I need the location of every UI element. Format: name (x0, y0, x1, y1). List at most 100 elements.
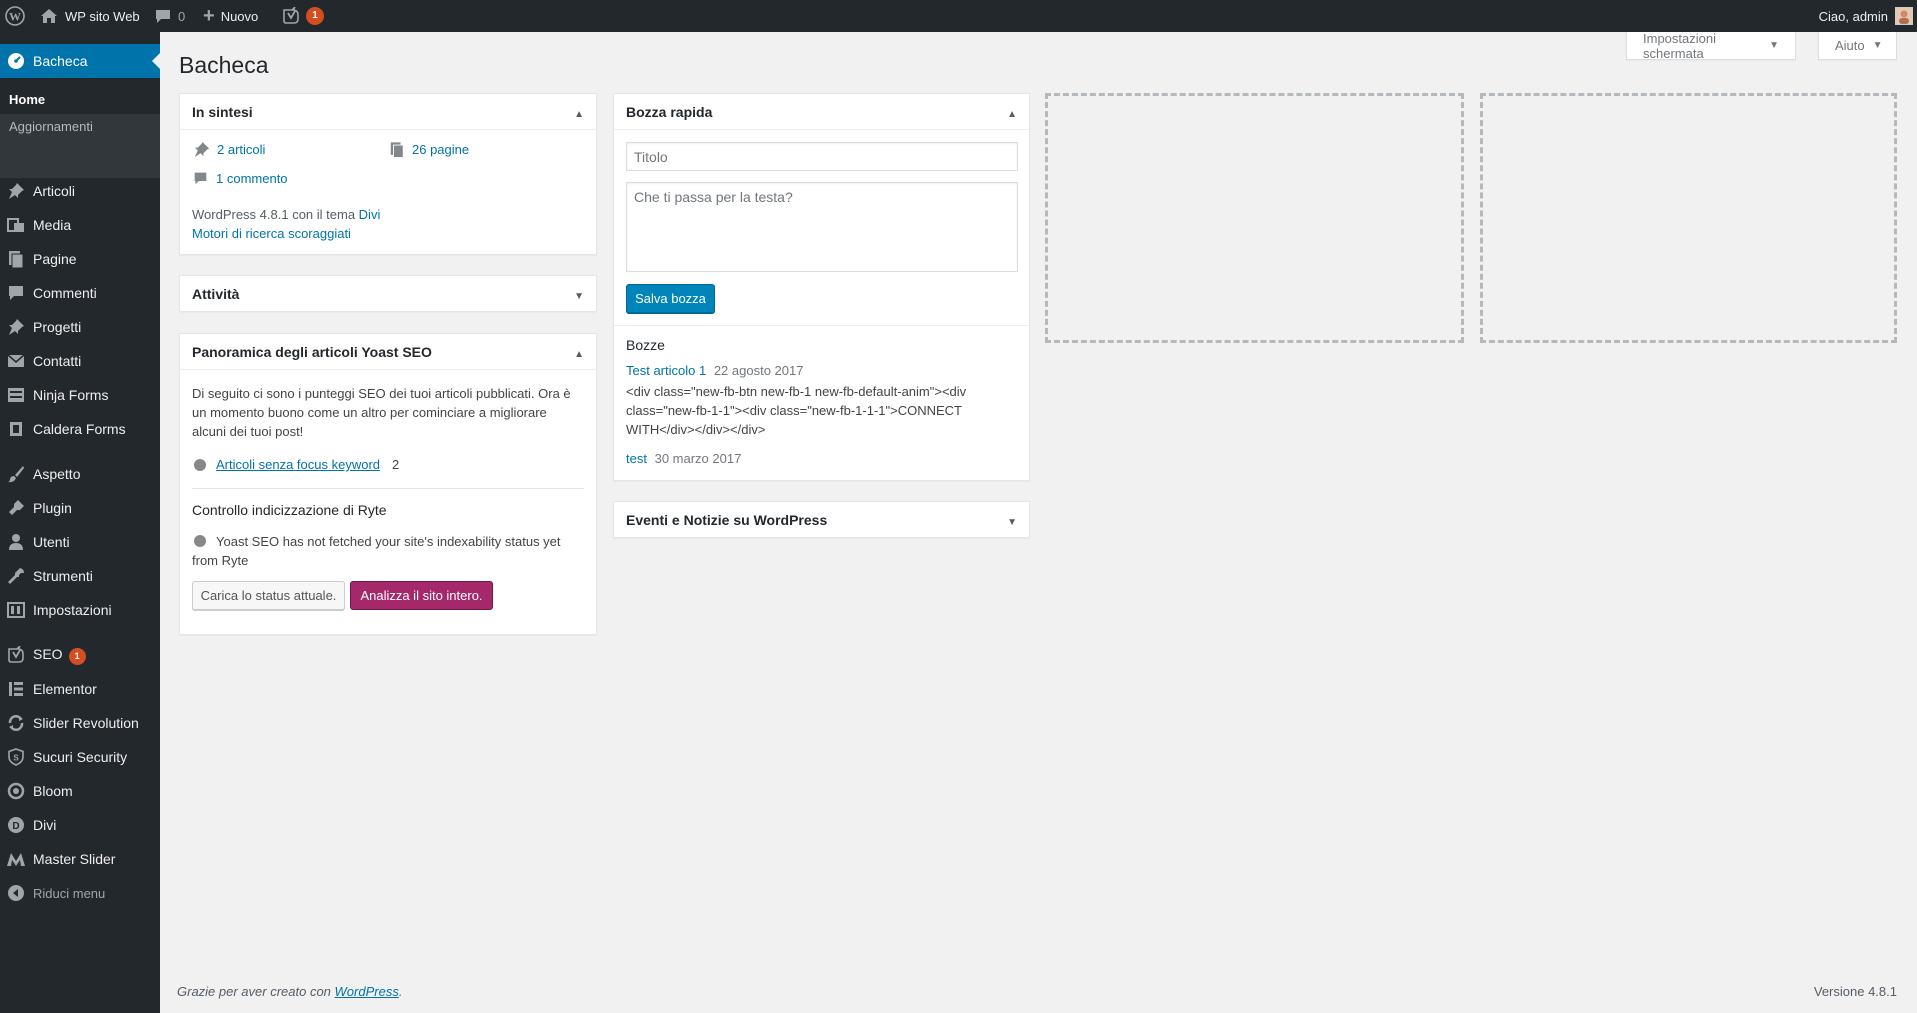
footer-version: Versione 4.8.1 (1813, 984, 1897, 999)
draft-title-input[interactable]: Titolo (626, 142, 1018, 171)
draft-title-link[interactable]: Test articolo 1 (626, 363, 706, 378)
expand-toggle-icon[interactable]: ▼ (574, 289, 584, 305)
refresh-icon (6, 713, 26, 733)
seo-notification-badge: 1 (68, 647, 86, 665)
draft-excerpt: <div class="new-fb-btn new-fb-1 new-fb-d… (626, 384, 967, 437)
widget-header[interactable]: Bozza rapida ▲ (614, 94, 1029, 130)
yoast-icon (282, 7, 300, 25)
menu-seo-label: SEO (33, 645, 63, 662)
menu-articoli[interactable]: Articoli (0, 174, 160, 208)
caldera-icon (6, 419, 26, 439)
menu-bacheca[interactable]: Bacheca (0, 44, 160, 78)
screen-options-button[interactable]: Impostazioni schermata ▼ (1626, 31, 1796, 61)
menu-ninja-forms[interactable]: Ninja Forms (0, 378, 160, 412)
menu-bloom[interactable]: Bloom (0, 774, 160, 808)
form-icon (6, 385, 26, 405)
wordpress-logo-icon[interactable]: W (5, 0, 25, 32)
caret-down-icon: ▼ (1769, 40, 1779, 51)
comment-icon (193, 171, 208, 186)
expand-toggle-icon[interactable]: ▼ (1007, 515, 1017, 531)
widget-header[interactable]: Eventi e Notizie su WordPress ▼ (614, 502, 1029, 538)
comments-link[interactable]: 0 (155, 0, 185, 32)
menu-media[interactable]: Media (0, 208, 160, 242)
brush-icon (6, 464, 26, 484)
shield-icon: S (6, 747, 26, 767)
load-status-button[interactable]: Carica lo status attuale. (192, 581, 345, 610)
pages-icon (389, 141, 405, 158)
widget-header[interactable]: Panoramica degli articoli Yoast SEO ▲ (180, 334, 596, 370)
comments-count: 0 (178, 8, 186, 24)
wordpress-link[interactable]: WordPress (335, 984, 399, 999)
pages-count-link[interactable]: 26 pagine (389, 141, 469, 158)
divider (192, 488, 584, 489)
menu-aspetto[interactable]: Aspetto (0, 457, 160, 491)
collapse-toggle-icon[interactable]: ▲ (1007, 107, 1017, 123)
help-button[interactable]: Aiuto ▼ (1818, 32, 1897, 60)
menu-elementor[interactable]: Elementor (0, 672, 160, 706)
pages-icon (6, 249, 26, 269)
save-draft-button[interactable]: Salva bozza (626, 284, 715, 313)
wrench-icon (6, 566, 26, 586)
menu-sucuri-security[interactable]: S Sucuri Security (0, 740, 160, 774)
yoast-intro-text: Di seguito ci sono i punteggi SEO dei tu… (192, 386, 571, 439)
analyze-site-button[interactable]: Analizza il sito intero. (350, 581, 493, 610)
draft-title-link[interactable]: test (626, 451, 647, 466)
site-name-link[interactable]: WP sito Web (40, 0, 140, 32)
greeting: Ciao, admin (1818, 8, 1888, 24)
my-account-link[interactable]: Ciao, admin (1819, 0, 1913, 32)
pin-icon (6, 181, 26, 201)
collapse-toggle-icon[interactable]: ▲ (574, 107, 584, 123)
ryte-status-dot (194, 535, 206, 547)
theme-link[interactable]: Divi (359, 207, 381, 222)
plus-icon: + (203, 4, 215, 27)
new-content-link[interactable]: + Nuovo (203, 0, 258, 32)
submenu-home[interactable]: Home (9, 92, 45, 107)
dashboard-icon (6, 51, 26, 71)
collapse-menu-button[interactable]: Riduci menu (0, 876, 160, 910)
submenu-aggiornamenti[interactable]: Aggiornamenti (9, 119, 93, 134)
quick-draft-widget: Bozza rapida ▲ Titolo Che ti passa per l… (613, 93, 1030, 481)
widget-title: In sintesi (192, 104, 253, 120)
yoast-adminbar-link[interactable]: 1 (282, 0, 324, 32)
comment-icon (155, 9, 171, 24)
menu-seo[interactable]: SEO 1 (0, 638, 160, 672)
comments-count-link[interactable]: 1 commento (193, 171, 288, 186)
menu-impostazioni[interactable]: Impostazioni (0, 593, 160, 627)
menu-pagine[interactable]: Pagine (0, 242, 160, 276)
seo-score-dot (194, 458, 206, 471)
plugin-icon (6, 498, 26, 518)
empty-widget-dropzone[interactable] (1045, 93, 1464, 343)
empty-widget-dropzone[interactable] (1480, 93, 1897, 343)
mail-icon (6, 351, 26, 371)
menu-divi[interactable]: D Divi (0, 808, 160, 842)
search-engines-discouraged-link[interactable]: Motori di ricerca scoraggiati (192, 226, 351, 241)
menu-plugin[interactable]: Plugin (0, 491, 160, 525)
menu-strumenti[interactable]: Strumenti (0, 559, 160, 593)
collapse-toggle-icon[interactable]: ▲ (574, 347, 584, 363)
posts-count-link[interactable]: 2 articoli (193, 141, 265, 158)
menu-utenti[interactable]: Utenti (0, 525, 160, 559)
help-label: Aiuto (1835, 38, 1865, 53)
widget-header[interactable]: Attività ▼ (180, 276, 596, 312)
comments-icon (6, 283, 26, 303)
master-slider-icon (6, 849, 26, 869)
pin-icon (6, 317, 26, 337)
menu-commenti[interactable]: Commenti (0, 276, 160, 310)
menu-contatti[interactable]: Contatti (0, 344, 160, 378)
menu-master-slider[interactable]: Master Slider (0, 842, 160, 876)
widget-title: Eventi e Notizie su WordPress (626, 512, 828, 528)
draft-content-textarea[interactable]: Che ti passa per la testa? (626, 182, 1018, 272)
admin-sidebar: Bacheca Home Aggiornamenti Articoli Medi… (0, 32, 160, 1013)
widget-title: Attività (192, 286, 240, 302)
draft-date: 30 marzo 2017 (654, 451, 742, 466)
divi-icon: D (6, 815, 26, 835)
menu-slider-revolution[interactable]: Slider Revolution (0, 706, 160, 740)
svg-text:D: D (12, 821, 19, 832)
menu-caldera-forms[interactable]: Caldera Forms (0, 412, 160, 446)
no-focus-keyword-link[interactable]: Articoli senza focus keyword (216, 457, 380, 472)
menu-progetti[interactable]: Progetti (0, 310, 160, 344)
widget-header[interactable]: In sintesi ▲ (180, 94, 596, 130)
divider (614, 325, 1029, 326)
pin-icon (193, 141, 210, 158)
wp-version-text: WordPress 4.8.1 con il tema Divi (192, 207, 381, 222)
